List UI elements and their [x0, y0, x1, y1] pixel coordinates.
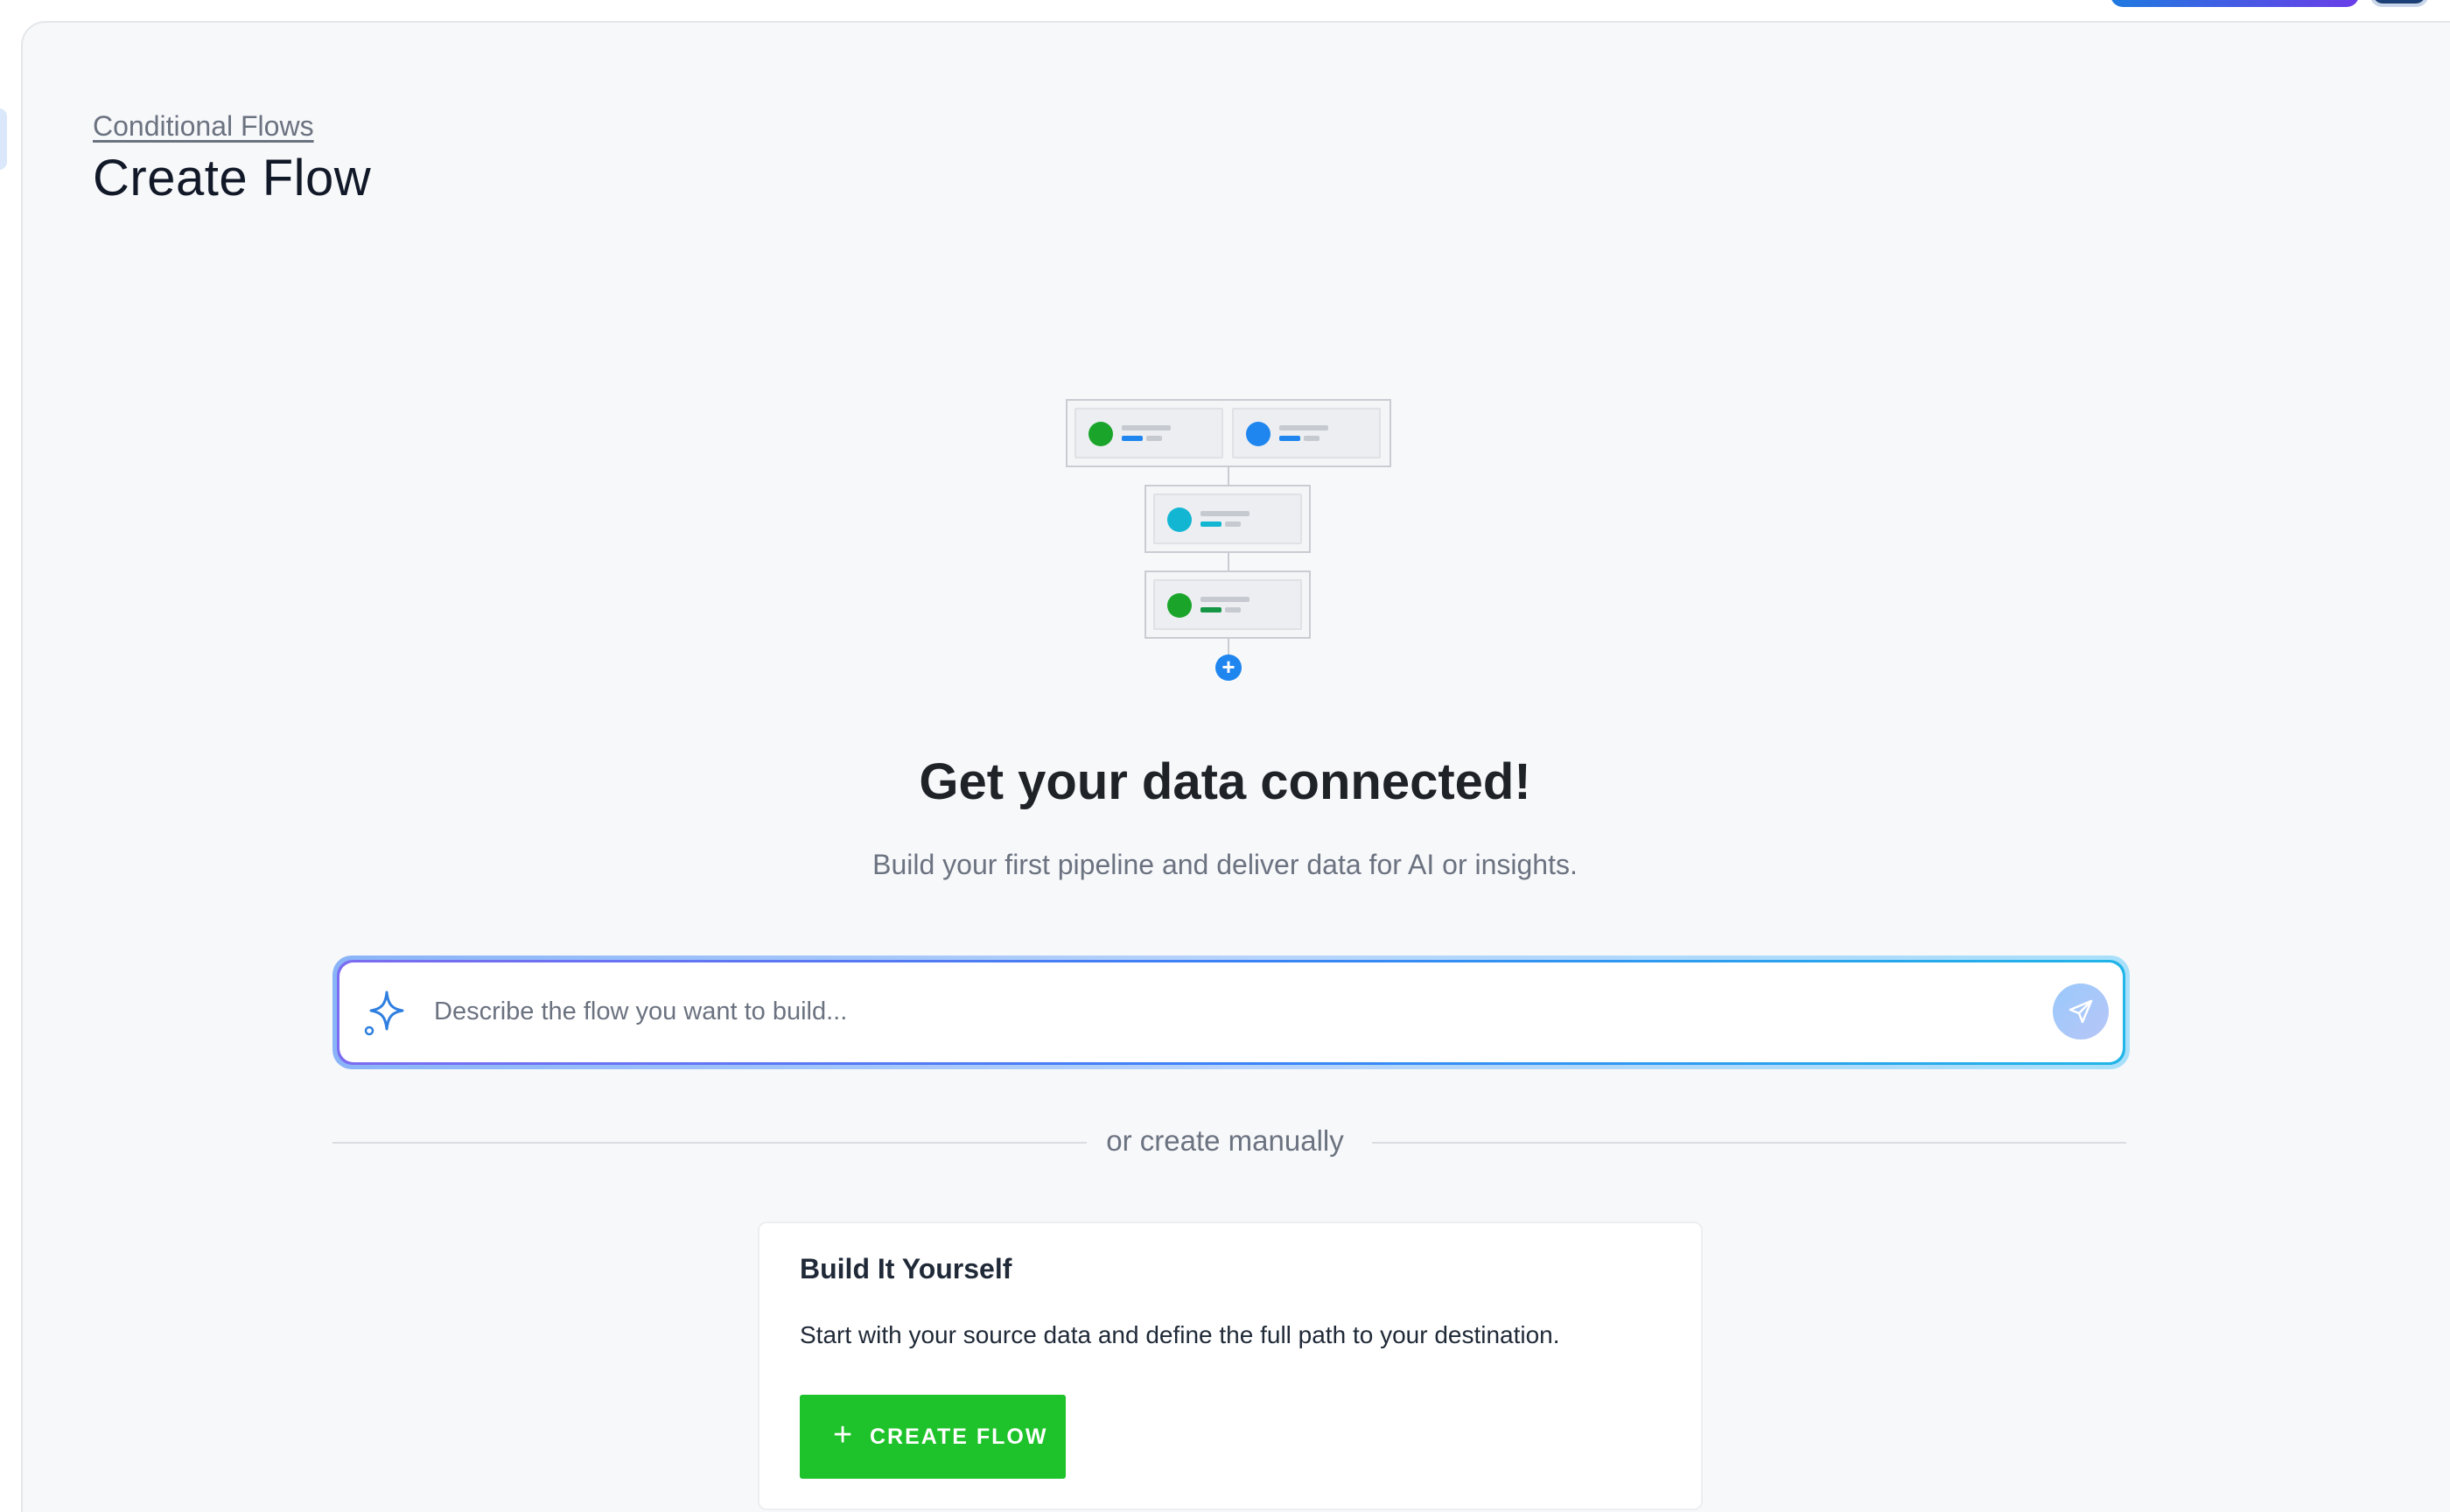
sidebar-edge-tab[interactable]	[0, 108, 7, 170]
illustration-node	[1153, 494, 1302, 544]
illustration-node-row	[1144, 570, 1311, 639]
plus-circle-icon: +	[1215, 654, 1242, 681]
avatar[interactable]	[2370, 0, 2429, 7]
sparkle-icon	[364, 990, 404, 1036]
top-action-button[interactable]	[2110, 0, 2359, 7]
node-bar	[1279, 425, 1328, 430]
card-description: Start with your source data and define t…	[800, 1321, 1560, 1348]
illustration-node-row	[1066, 399, 1391, 467]
node-bar	[1122, 425, 1171, 430]
node-dot	[1246, 422, 1270, 446]
flow-description-input[interactable]	[434, 980, 1992, 1043]
node-bar	[1279, 436, 1300, 441]
ai-prompt-border	[337, 960, 2125, 1065]
ai-prompt-box	[332, 956, 2130, 1069]
empty-state-headline: Get your data connected!	[919, 753, 1531, 810]
node-bar	[1304, 436, 1320, 441]
node-bar	[1200, 607, 1222, 612]
node-dot	[1167, 508, 1192, 532]
create-flow-label: CREATE FLOW	[870, 1424, 1048, 1449]
node-bar	[1122, 436, 1143, 441]
ai-prompt-field	[340, 962, 2123, 1062]
node-dot	[1167, 593, 1192, 618]
create-flow-button[interactable]: + CREATE FLOW	[800, 1395, 1066, 1479]
illustration-node	[1074, 408, 1223, 458]
send-icon	[2068, 999, 2093, 1024]
node-bar	[1200, 522, 1222, 527]
divider-label: or create manually	[1106, 1124, 1344, 1157]
node-bar	[1225, 522, 1241, 527]
connector-line	[1228, 553, 1229, 570]
node-bar	[1200, 597, 1250, 602]
illustration-node	[1232, 408, 1381, 458]
card-title: Build It Yourself	[800, 1253, 1012, 1284]
plus-icon: +	[833, 1417, 853, 1453]
breadcrumb[interactable]: Conditional Flows	[93, 110, 314, 143]
send-button[interactable]	[2053, 984, 2109, 1040]
build-yourself-card: Build It Yourself Start with your source…	[758, 1222, 1703, 1510]
connector-line	[1228, 467, 1229, 485]
illustration-node	[1153, 579, 1302, 630]
node-bar	[1146, 436, 1162, 441]
illustration-node-row	[1144, 485, 1311, 553]
flow-illustration: +	[1066, 399, 1391, 682]
node-bar	[1200, 511, 1250, 516]
empty-state-subline: Build your first pipeline and deliver da…	[872, 849, 1578, 880]
node-dot	[1088, 422, 1113, 446]
node-bar	[1225, 607, 1241, 612]
page-title: Create Flow	[93, 150, 372, 206]
